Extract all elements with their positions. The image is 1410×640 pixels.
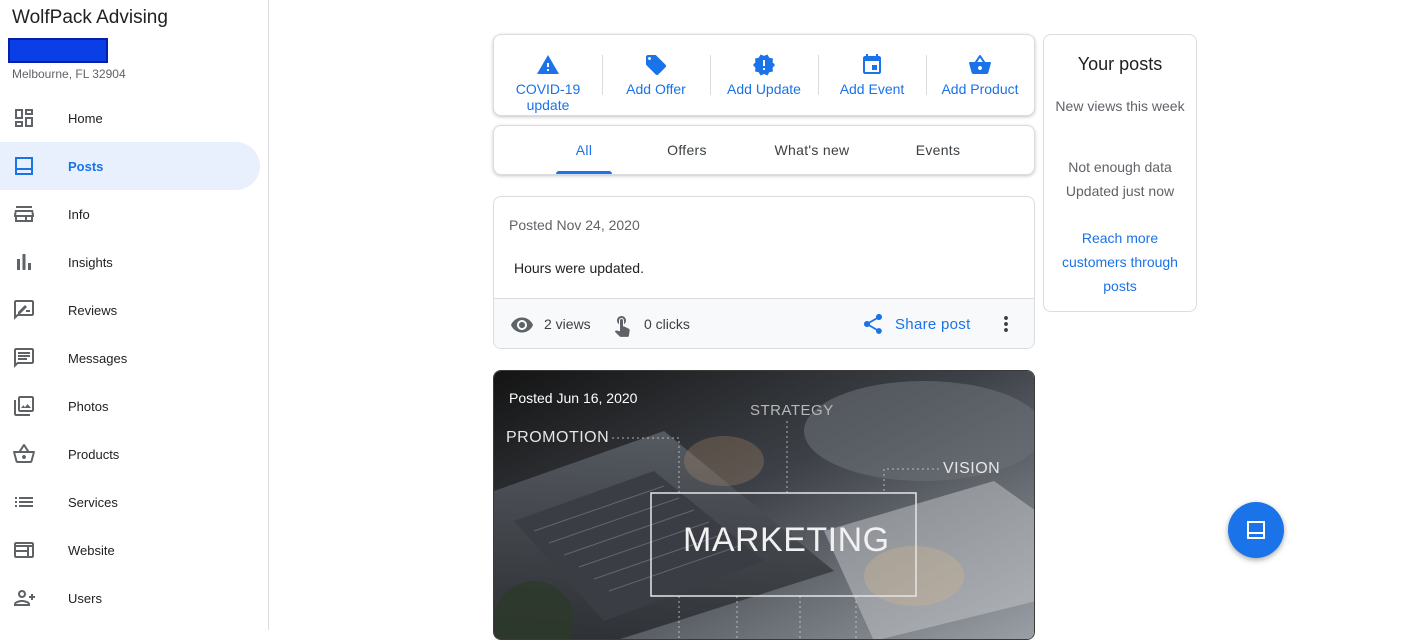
- create-post-fab[interactable]: [1228, 502, 1284, 558]
- eye-icon: [511, 317, 533, 333]
- storefront-icon: [14, 206, 34, 222]
- post-stats-bar: 2 views 0 clicks Share post: [494, 298, 1034, 348]
- sidebar-nav: Home Posts Info Insights Reviews Message…: [0, 94, 269, 622]
- updated-text: Updated just now: [1065, 183, 1175, 199]
- post-card: Posted Nov 24, 2020 Hours were updated. …: [493, 196, 1035, 349]
- calendar-icon: [863, 54, 881, 74]
- action-label: Add Event: [839, 81, 905, 97]
- sidebar-item-label: Insights: [68, 254, 113, 270]
- add-update-button[interactable]: Add Update: [710, 35, 818, 115]
- action-label: Add Product: [941, 81, 1019, 97]
- add-event-button[interactable]: Add Event: [818, 35, 926, 115]
- posts-icon: [1247, 521, 1265, 539]
- sidebar-item-info[interactable]: Info: [0, 190, 269, 238]
- image-post-card[interactable]: Posted Jun 16, 2020 PROMOTION STRATEGY V…: [493, 370, 1035, 640]
- views-count: 2 views: [544, 316, 591, 332]
- action-label: Add Offer: [626, 81, 686, 97]
- post-date: Posted Jun 16, 2020: [509, 390, 638, 406]
- post-filter-tabs: All Offers What's new Events: [493, 125, 1035, 175]
- add-product-button[interactable]: Add Product: [926, 35, 1034, 115]
- redacted-block: [8, 38, 108, 63]
- panel-subtitle: New views this week: [1055, 98, 1185, 114]
- sidebar-item-photos[interactable]: Photos: [0, 382, 269, 430]
- action-label: COVID-19 update: [515, 81, 581, 113]
- sidebar-item-posts[interactable]: Posts: [0, 142, 260, 190]
- share-icon: [864, 314, 882, 334]
- action-label: Add Update: [727, 81, 801, 97]
- list-icon: [15, 497, 33, 507]
- rate-review-icon: [14, 300, 34, 320]
- image-text-strategy: STRATEGY: [750, 402, 834, 419]
- reach-more-customers-link[interactable]: Reach more customers through posts: [1059, 226, 1181, 298]
- post-text: Hours were updated.: [514, 260, 644, 276]
- image-text-vision: VISION: [943, 460, 1001, 477]
- add-offer-button[interactable]: Add Offer: [602, 35, 710, 115]
- sidebar-item-label: Reviews: [68, 302, 118, 318]
- covid-update-button[interactable]: COVID-19 update: [494, 35, 602, 115]
- tab-offers[interactable]: Offers: [654, 126, 720, 174]
- warning-icon: [537, 55, 559, 74]
- person-add-icon: [14, 590, 35, 606]
- posts-icon: [15, 157, 33, 175]
- panel-title: Your posts: [1077, 54, 1163, 74]
- business-name: WolfPack Advising: [12, 7, 168, 28]
- web-icon: [14, 542, 34, 558]
- your-posts-panel: Your posts New views this week Not enoug…: [1043, 34, 1197, 312]
- sidebar-item-label: Home: [68, 110, 103, 126]
- touch-icon: [614, 316, 630, 337]
- sidebar-item-label: Photos: [68, 398, 109, 414]
- sidebar-item-services[interactable]: Services: [0, 478, 269, 526]
- sidebar: WolfPack Advising Melbourne, FL 32904 Ho…: [0, 0, 269, 630]
- sidebar-item-label: Info: [68, 206, 90, 222]
- sidebar-item-label: Website: [68, 542, 115, 558]
- sidebar-item-messages[interactable]: Messages: [0, 334, 269, 382]
- tab-whats-new[interactable]: What's new: [764, 126, 860, 174]
- dashboard-icon: [15, 109, 33, 127]
- share-post-label: Share post: [895, 315, 971, 333]
- more-vert-icon[interactable]: [994, 312, 1018, 336]
- bar-chart-icon: [17, 254, 31, 270]
- image-text-promotion: PROMOTION: [506, 429, 610, 446]
- clicks-count: 0 clicks: [644, 316, 690, 332]
- basket-icon: [969, 54, 991, 74]
- message-icon: [14, 348, 34, 368]
- sidebar-item-reviews[interactable]: Reviews: [0, 286, 269, 334]
- new-release-icon: [753, 54, 775, 76]
- sidebar-item-users[interactable]: Users: [0, 574, 269, 622]
- sidebar-item-label: Messages: [68, 350, 128, 366]
- photo-library-icon: [14, 396, 34, 416]
- sidebar-item-label: Posts: [68, 158, 104, 174]
- tag-icon: [646, 55, 666, 75]
- sidebar-item-home[interactable]: Home: [0, 94, 269, 142]
- business-address: Melbourne, FL 32904: [12, 67, 126, 81]
- sidebar-item-website[interactable]: Website: [0, 526, 269, 574]
- share-post-button[interactable]: Share post: [861, 312, 971, 336]
- create-post-toolbar: COVID-19 update Add Offer Add Update Add…: [493, 34, 1035, 116]
- basket-icon: [13, 443, 35, 463]
- sidebar-item-label: Products: [68, 446, 120, 462]
- no-data-text: Not enough data: [1068, 159, 1172, 175]
- tab-events[interactable]: Events: [906, 126, 970, 174]
- tab-all[interactable]: All: [556, 126, 612, 174]
- sidebar-item-products[interactable]: Products: [0, 430, 269, 478]
- sidebar-item-label: Services: [68, 494, 118, 510]
- sidebar-item-insights[interactable]: Insights: [0, 238, 269, 286]
- post-date: Posted Nov 24, 2020: [509, 217, 640, 233]
- sidebar-item-label: Users: [68, 590, 102, 606]
- image-text-marketing: MARKETING: [683, 521, 890, 559]
